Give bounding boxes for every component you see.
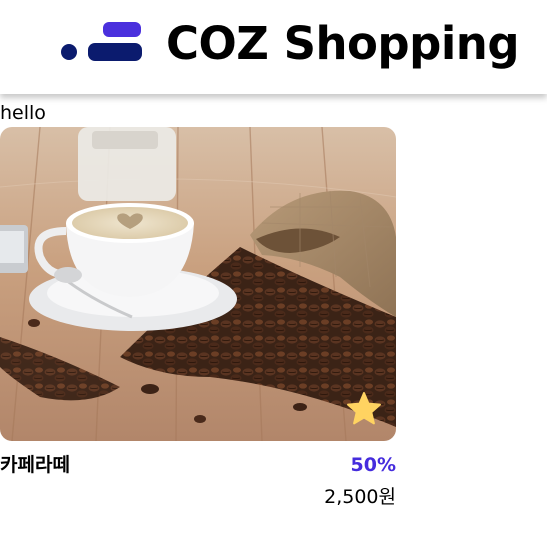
greeting-text: hello	[0, 102, 46, 124]
coffee-photo	[0, 127, 396, 441]
product-image[interactable]	[0, 127, 396, 441]
coz-logo-icon[interactable]	[58, 18, 146, 68]
product-price: 2,500원	[324, 486, 396, 508]
discount-rate: 50%	[350, 454, 396, 476]
header-bar: COZ Shopping	[0, 0, 547, 94]
product-card[interactable]: 카페라떼 50% 2,500원	[0, 127, 396, 517]
star-icon[interactable]	[346, 391, 382, 427]
app-title[interactable]: COZ Shopping	[166, 14, 520, 74]
product-name: 카페라떼	[0, 454, 70, 476]
